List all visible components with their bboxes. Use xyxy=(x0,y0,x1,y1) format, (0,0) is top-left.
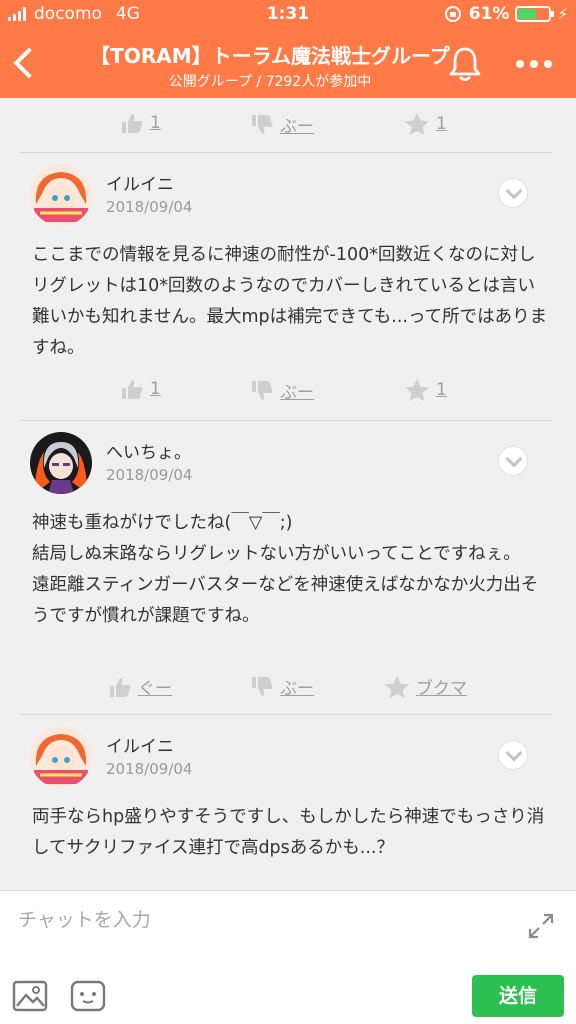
like-button[interactable]: 1 xyxy=(120,378,161,400)
chevron-down-icon[interactable] xyxy=(498,178,528,208)
star-icon xyxy=(405,113,429,135)
thumbs-up-icon xyxy=(110,677,131,697)
star-count: 1 xyxy=(436,114,447,134)
battery-icon xyxy=(515,6,555,22)
star-icon xyxy=(385,675,409,698)
like-label: ぐー xyxy=(138,679,172,699)
bell-icon xyxy=(449,47,481,81)
page-subtitle: 公開グループ / 7292人が参加中 xyxy=(168,74,372,90)
star-count: 1 xyxy=(436,380,447,400)
like-button[interactable]: 1 xyxy=(120,112,161,134)
image-button[interactable] xyxy=(12,979,48,1013)
comment-date: 2018/09/04 xyxy=(106,760,193,778)
comment-body: ここまでの情報を見るに神速の耐性が-100*回数近くなのに対しリグレットは10*… xyxy=(32,245,548,358)
divider xyxy=(20,420,552,421)
like-count: 1 xyxy=(150,379,161,399)
image-icon xyxy=(12,980,48,1012)
reaction-row: 1 ぶー 1 xyxy=(0,104,576,144)
expand-icon xyxy=(528,913,554,939)
star-icon xyxy=(405,379,429,401)
like-count: 1 xyxy=(150,113,161,133)
like-button[interactable]: ぐー xyxy=(108,674,172,699)
notification-bell-button[interactable] xyxy=(446,44,484,84)
bookmark-label: ブクマ xyxy=(416,679,467,699)
star-button[interactable]: 1 xyxy=(404,112,447,136)
comment-author: へいちょ。 xyxy=(106,443,191,463)
battery-percent: 61% xyxy=(468,4,510,24)
comment-body: 両手ならhp盛りやすそうですし、もしかしたら神速でもっさり消してサクリファイス連… xyxy=(32,807,545,858)
header-title-block: 【TORAM】トーラム魔法戦士グループ 公開グループ / 7292人が参加中 xyxy=(60,40,480,91)
comment-body: 神速も重ねがけでしたね(￣▽￣;) 結局しぬ末路ならリグレットない方がいいってこ… xyxy=(32,513,539,626)
comment-author: イルイニ xyxy=(106,175,174,195)
send-button[interactable]: 送信 xyxy=(472,975,564,1017)
divider xyxy=(20,714,552,715)
bookmark-button[interactable]: ブクマ xyxy=(384,674,467,699)
divider xyxy=(20,152,552,153)
charging-icon: ⚡ xyxy=(557,5,568,23)
thumbs-down-icon xyxy=(252,380,273,400)
sticker-button[interactable] xyxy=(70,979,106,1013)
chat-input[interactable] xyxy=(18,903,498,937)
star-button[interactable]: 1 xyxy=(404,378,447,402)
expand-button[interactable] xyxy=(526,911,556,941)
chat-input-bar: 送信 xyxy=(0,890,576,1024)
dislike-button[interactable]: ぶー xyxy=(250,112,314,137)
avatar[interactable] xyxy=(30,726,92,788)
dislike-label: ぶー xyxy=(280,679,314,699)
comment-date: 2018/09/04 xyxy=(106,198,193,216)
thumbs-up-icon xyxy=(122,380,143,399)
rotation-lock-icon xyxy=(444,6,461,22)
app-header: docomo 4G 1:31 61% ⚡ 【TORAM】トーラム魔法戦士グループ… xyxy=(0,0,576,98)
more-icon xyxy=(516,60,552,68)
chevron-down-icon[interactable] xyxy=(498,740,528,770)
back-button[interactable] xyxy=(10,44,40,84)
comment-list[interactable]: 1 ぶー 1 イルイニ 2018/09/04 ここまでの情報を見るに神速の耐性が… xyxy=(0,98,576,890)
avatar[interactable] xyxy=(30,432,92,494)
dislike-label: ぶー xyxy=(280,117,314,137)
thumbs-up-icon xyxy=(122,114,143,133)
comment-date: 2018/09/04 xyxy=(106,466,193,484)
comment-author: イルイニ xyxy=(106,737,174,757)
status-bar: docomo 4G 1:31 61% ⚡ xyxy=(0,0,576,30)
sticker-icon xyxy=(70,980,106,1012)
page-title: 【TORAM】トーラム魔法戦士グループ xyxy=(90,44,450,68)
more-options-button[interactable] xyxy=(512,50,556,76)
dislike-button[interactable]: ぶー xyxy=(250,674,314,699)
dislike-button[interactable]: ぶー xyxy=(250,378,314,403)
reaction-row: 1 ぶー 1 xyxy=(0,370,576,410)
dislike-label: ぶー xyxy=(280,383,314,403)
chevron-down-icon[interactable] xyxy=(498,446,528,476)
thumbs-down-icon xyxy=(252,676,273,696)
thumbs-down-icon xyxy=(252,114,273,134)
reaction-row: ぐー ぶー ブクマ xyxy=(0,666,576,706)
avatar[interactable] xyxy=(30,164,92,226)
